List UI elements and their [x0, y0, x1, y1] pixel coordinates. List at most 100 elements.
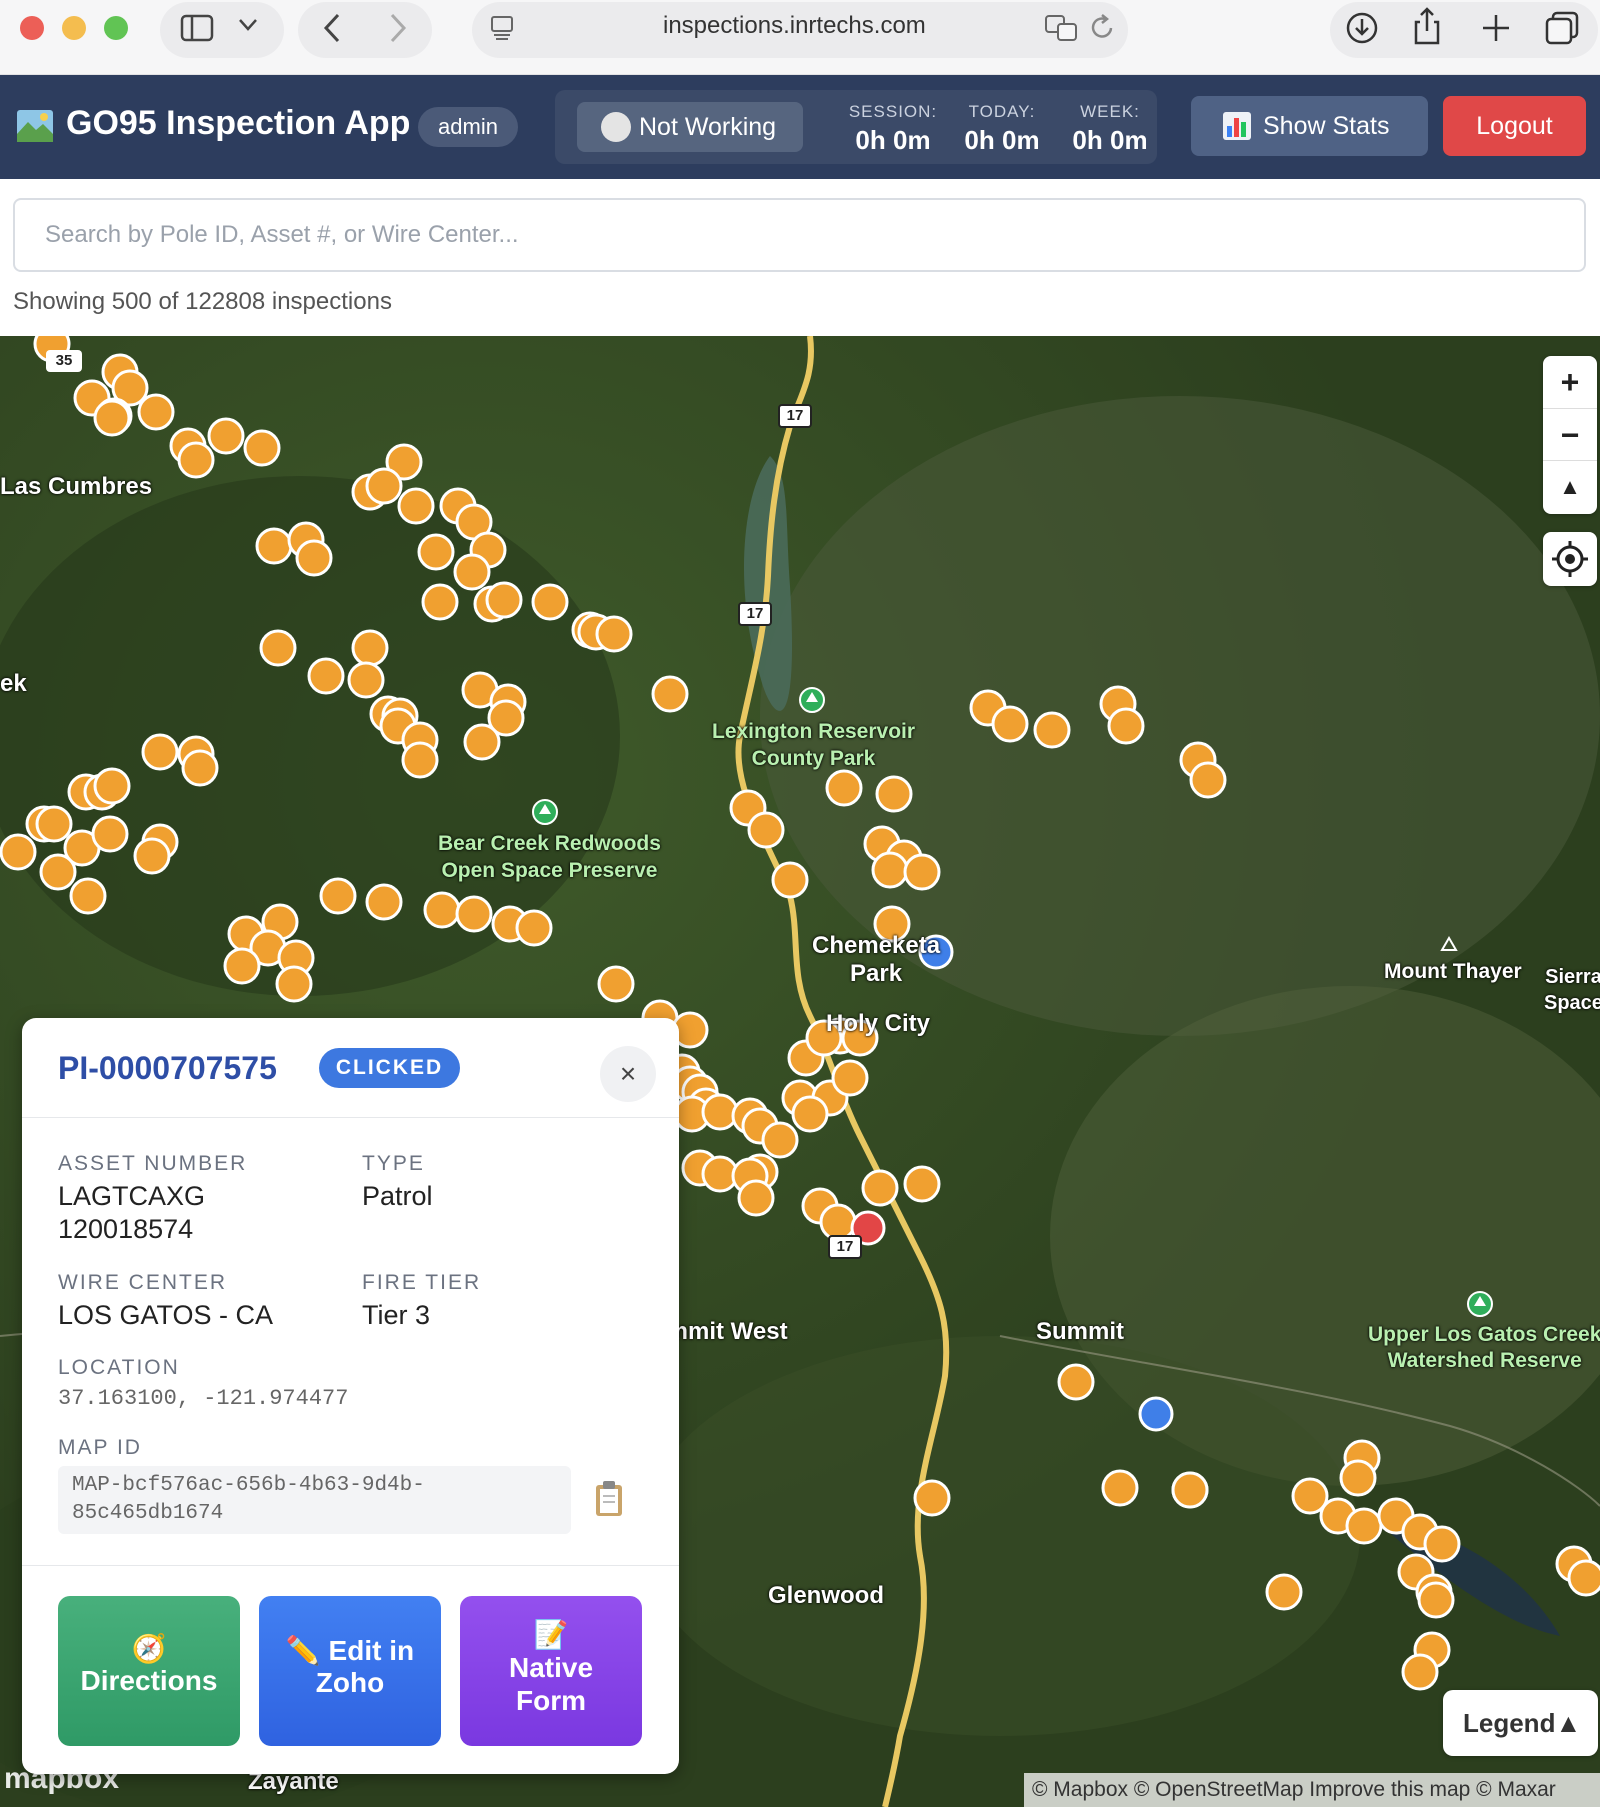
inspection-marker[interactable]	[365, 883, 403, 921]
inspection-marker[interactable]	[93, 399, 131, 437]
inspection-marker[interactable]	[255, 527, 293, 565]
inspection-marker[interactable]	[1265, 1573, 1303, 1611]
work-status-toggle[interactable]: Not Working	[577, 102, 803, 152]
inspection-marker[interactable]	[307, 657, 345, 695]
inspection-marker[interactable]	[1107, 707, 1145, 745]
inspection-marker[interactable]	[401, 741, 439, 779]
inspection-marker[interactable]	[597, 965, 635, 1003]
show-stats-button[interactable]: Show Stats	[1191, 96, 1428, 156]
inspection-marker[interactable]	[737, 1179, 775, 1217]
inspection-marker[interactable]	[259, 629, 297, 667]
clipboard-icon[interactable]	[593, 1480, 625, 1518]
compass-button[interactable]: ▲	[1543, 460, 1597, 512]
download-icon[interactable]	[1345, 10, 1379, 46]
inspection-marker[interactable]	[771, 861, 809, 899]
inspection-marker[interactable]	[747, 811, 785, 849]
inspection-marker[interactable]	[485, 581, 523, 619]
close-button[interactable]: ×	[600, 1046, 656, 1102]
inspection-marker[interactable]	[515, 909, 553, 947]
inspection-marker[interactable]	[417, 533, 455, 571]
inspection-marker[interactable]	[295, 539, 333, 577]
inspection-marker[interactable]	[181, 749, 219, 787]
inspection-marker[interactable]	[871, 851, 909, 889]
inspection-marker[interactable]	[531, 583, 569, 621]
blue-inspection-marker[interactable]	[1138, 1396, 1174, 1432]
inspection-marker[interactable]	[421, 583, 459, 621]
tabs-icon[interactable]	[1544, 10, 1580, 46]
inspection-marker[interactable]	[701, 1093, 739, 1131]
inspection-marker[interactable]	[831, 1059, 869, 1097]
native-form-button[interactable]: 📝 Native Form	[460, 1596, 642, 1746]
inspection-marker[interactable]	[1171, 1471, 1209, 1509]
inspection-marker[interactable]	[825, 769, 863, 807]
inspection-marker[interactable]	[423, 891, 461, 929]
inspection-marker[interactable]	[651, 675, 689, 713]
tab-overview-icon[interactable]	[488, 14, 516, 42]
forward-icon[interactable]	[386, 12, 410, 44]
inspection-marker[interactable]	[365, 467, 403, 505]
inspection-marker[interactable]	[1033, 711, 1071, 749]
map-attribution[interactable]: © Mapbox © OpenStreetMap Improve this ma…	[1024, 1773, 1600, 1807]
inspection-marker[interactable]	[319, 877, 357, 915]
new-tab-icon[interactable]	[1480, 12, 1512, 44]
inspection-marker[interactable]	[69, 877, 107, 915]
inspection-marker[interactable]	[861, 1169, 899, 1207]
inspection-marker[interactable]	[791, 1095, 829, 1133]
inspection-marker[interactable]	[347, 661, 385, 699]
inspection-marker[interactable]	[595, 615, 633, 653]
inspection-marker[interactable]	[1339, 1459, 1377, 1497]
inspection-marker[interactable]	[1567, 1559, 1600, 1597]
inspection-marker[interactable]	[275, 965, 313, 1003]
inspection-marker[interactable]	[35, 805, 73, 843]
inspection-marker[interactable]	[819, 1203, 857, 1241]
inspection-marker[interactable]	[903, 853, 941, 891]
inspection-marker[interactable]	[463, 723, 501, 761]
inspection-marker[interactable]	[1423, 1525, 1461, 1563]
inspection-marker[interactable]	[177, 441, 215, 479]
back-icon[interactable]	[320, 12, 344, 44]
inspection-marker[interactable]	[1401, 1653, 1439, 1691]
sidebar-icon[interactable]	[180, 14, 214, 42]
inspection-marker[interactable]	[223, 947, 261, 985]
inspection-marker[interactable]	[1057, 1363, 1095, 1401]
share-icon[interactable]	[1412, 6, 1442, 46]
edit-in-zoho-button[interactable]: ✏️ Edit in Zoho	[259, 1596, 441, 1746]
translate-icon[interactable]	[1044, 14, 1080, 42]
legend-button[interactable]: Legend▲	[1443, 1690, 1598, 1756]
inspection-marker[interactable]	[903, 1165, 941, 1203]
directions-button[interactable]: 🧭 Directions	[58, 1596, 240, 1746]
inspection-marker[interactable]	[1345, 1507, 1383, 1545]
inspection-marker[interactable]	[875, 775, 913, 813]
inspection-marker[interactable]	[453, 553, 491, 591]
reload-icon[interactable]	[1090, 14, 1116, 42]
geolocate-button[interactable]	[1543, 532, 1597, 586]
zoom-out-button[interactable]: −	[1543, 408, 1597, 460]
zoom-in-button[interactable]: +	[1543, 356, 1597, 408]
inspection-marker[interactable]	[207, 417, 245, 455]
maximize-window-button[interactable]	[104, 16, 128, 40]
inspection-marker[interactable]	[93, 767, 131, 805]
minimize-window-button[interactable]	[62, 16, 86, 40]
inspection-marker[interactable]	[91, 815, 129, 853]
inspection-marker[interactable]	[1189, 761, 1227, 799]
inspection-marker[interactable]	[137, 393, 175, 431]
inspection-marker[interactable]	[455, 895, 493, 933]
inspection-marker[interactable]	[397, 487, 435, 525]
app-header: GO95 Inspection App admin Not Working SE…	[0, 75, 1600, 179]
inspection-marker[interactable]	[141, 733, 179, 771]
inspection-marker[interactable]	[761, 1121, 799, 1159]
inspection-marker[interactable]	[1417, 1581, 1455, 1619]
chevron-down-icon[interactable]	[238, 18, 258, 32]
inspection-marker[interactable]	[243, 429, 281, 467]
inspection-marker[interactable]	[39, 853, 77, 891]
close-window-button[interactable]	[20, 16, 44, 40]
inspection-marker[interactable]	[133, 837, 171, 875]
inspection-marker[interactable]	[0, 833, 37, 871]
memo-icon: 📝	[533, 1619, 569, 1650]
inspection-marker[interactable]	[1101, 1469, 1139, 1507]
search-input[interactable]	[13, 198, 1586, 272]
inspection-marker[interactable]	[991, 705, 1029, 743]
inspection-marker[interactable]	[913, 1479, 951, 1517]
inspection-marker[interactable]	[351, 629, 389, 667]
logout-button[interactable]: Logout	[1443, 96, 1586, 156]
